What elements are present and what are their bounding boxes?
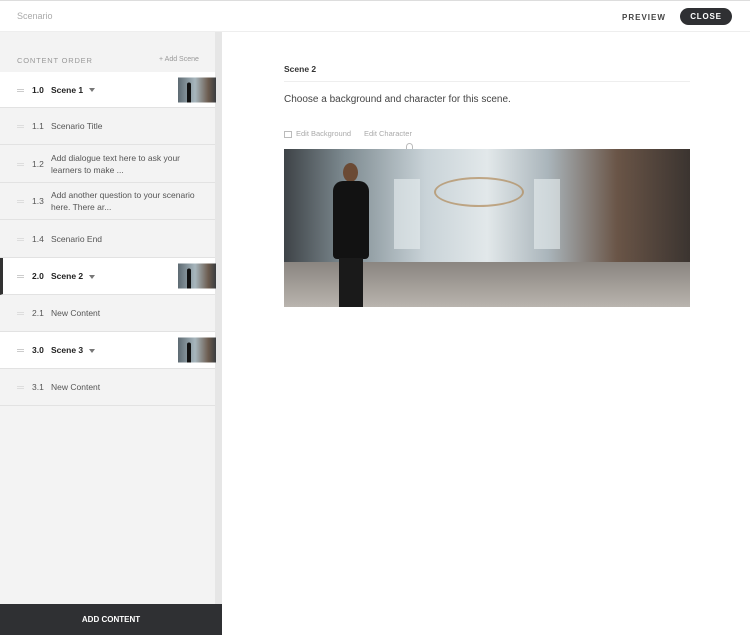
divider — [284, 81, 690, 82]
background-chandelier — [434, 177, 524, 207]
row-number: 3.0 — [32, 345, 44, 355]
row-number: 1.3 — [32, 196, 44, 206]
drag-handle-icon[interactable] — [17, 386, 24, 389]
chevron-down-icon[interactable] — [89, 348, 96, 353]
sidebar: CONTENT ORDER + Add Scene 1.0 Scene 1 1.… — [0, 32, 222, 635]
row-label: New Content — [51, 308, 101, 318]
add-scene-button[interactable]: + Add Scene — [159, 56, 199, 63]
scene-row[interactable]: 3.0 Scene 3 — [0, 332, 216, 369]
scene-name: Scene 1 — [51, 84, 84, 95]
list-item[interactable]: 1.3 Add another question to your scenari… — [0, 183, 215, 220]
scene-name: Scene 3 — [51, 345, 84, 355]
add-content-button[interactable]: ADD CONTENT — [0, 604, 222, 635]
edit-character-label: Edit Character — [364, 129, 412, 138]
scene-title: Scene 2 — [284, 64, 317, 74]
preview-button[interactable]: PREVIEW — [622, 13, 666, 22]
row-number: 2.1 — [32, 308, 44, 318]
row-label: Scenario End — [51, 233, 103, 244]
scene-thumbnail — [178, 263, 216, 289]
scene-thumbnail — [178, 77, 216, 102]
list-item[interactable]: 2.1 New Content — [0, 295, 215, 332]
list-item[interactable]: 3.1 New Content — [0, 369, 215, 406]
row-number: 3.1 — [32, 382, 44, 392]
drag-handle-icon[interactable] — [17, 275, 24, 278]
row-number: 1.1 — [32, 121, 44, 131]
content-order-label: CONTENT ORDER — [17, 56, 93, 65]
row-number: 1.0 — [32, 84, 44, 95]
drag-handle-icon[interactable] — [17, 88, 24, 92]
scene-prompt: Choose a background and character for th… — [284, 94, 511, 105]
list-item[interactable]: 1.1 Scenario Title — [0, 108, 215, 145]
character-figure — [326, 163, 376, 307]
drag-handle-icon[interactable] — [17, 312, 24, 315]
drag-handle-icon[interactable] — [17, 200, 24, 203]
row-label: Scenario Title — [51, 121, 103, 131]
row-number: 1.4 — [32, 233, 44, 244]
drag-handle-icon[interactable] — [17, 125, 24, 128]
edit-character-button[interactable]: Edit Character — [364, 129, 413, 150]
row-number: 1.2 — [32, 158, 44, 169]
background-window — [534, 179, 560, 249]
app-title: Scenario — [17, 11, 53, 21]
drag-handle-icon[interactable] — [17, 237, 24, 241]
row-label: New Content — [51, 382, 101, 392]
scene-row-active[interactable]: 2.0 Scene 2 — [0, 258, 216, 295]
close-button[interactable]: CLOSE — [680, 8, 732, 25]
list-item[interactable]: 1.2 Add dialogue text here to ask your l… — [0, 145, 215, 183]
scene-row[interactable]: 1.0 Scene 1 — [0, 72, 216, 108]
scrollbar[interactable] — [215, 32, 222, 604]
edit-background-button[interactable]: Edit Background — [284, 129, 351, 138]
scene-name: Scene 2 — [51, 271, 84, 281]
drag-handle-icon[interactable] — [17, 162, 24, 166]
list-item[interactable]: 1.4 Scenario End — [0, 220, 215, 258]
edit-background-label: Edit Background — [296, 129, 352, 138]
drag-handle-icon[interactable] — [17, 349, 24, 352]
chevron-down-icon[interactable] — [89, 88, 96, 93]
row-number: 2.0 — [32, 271, 44, 281]
scene-thumbnail — [178, 337, 216, 363]
background-window — [394, 179, 420, 249]
row-label: Add another question to your scenario he… — [51, 190, 195, 212]
row-label: Add dialogue text here to ask your learn… — [51, 152, 180, 175]
image-icon — [284, 130, 292, 138]
header: Scenario PREVIEW CLOSE — [0, 1, 750, 32]
scene-preview-image[interactable] — [284, 149, 690, 307]
chevron-down-icon[interactable] — [89, 274, 96, 279]
